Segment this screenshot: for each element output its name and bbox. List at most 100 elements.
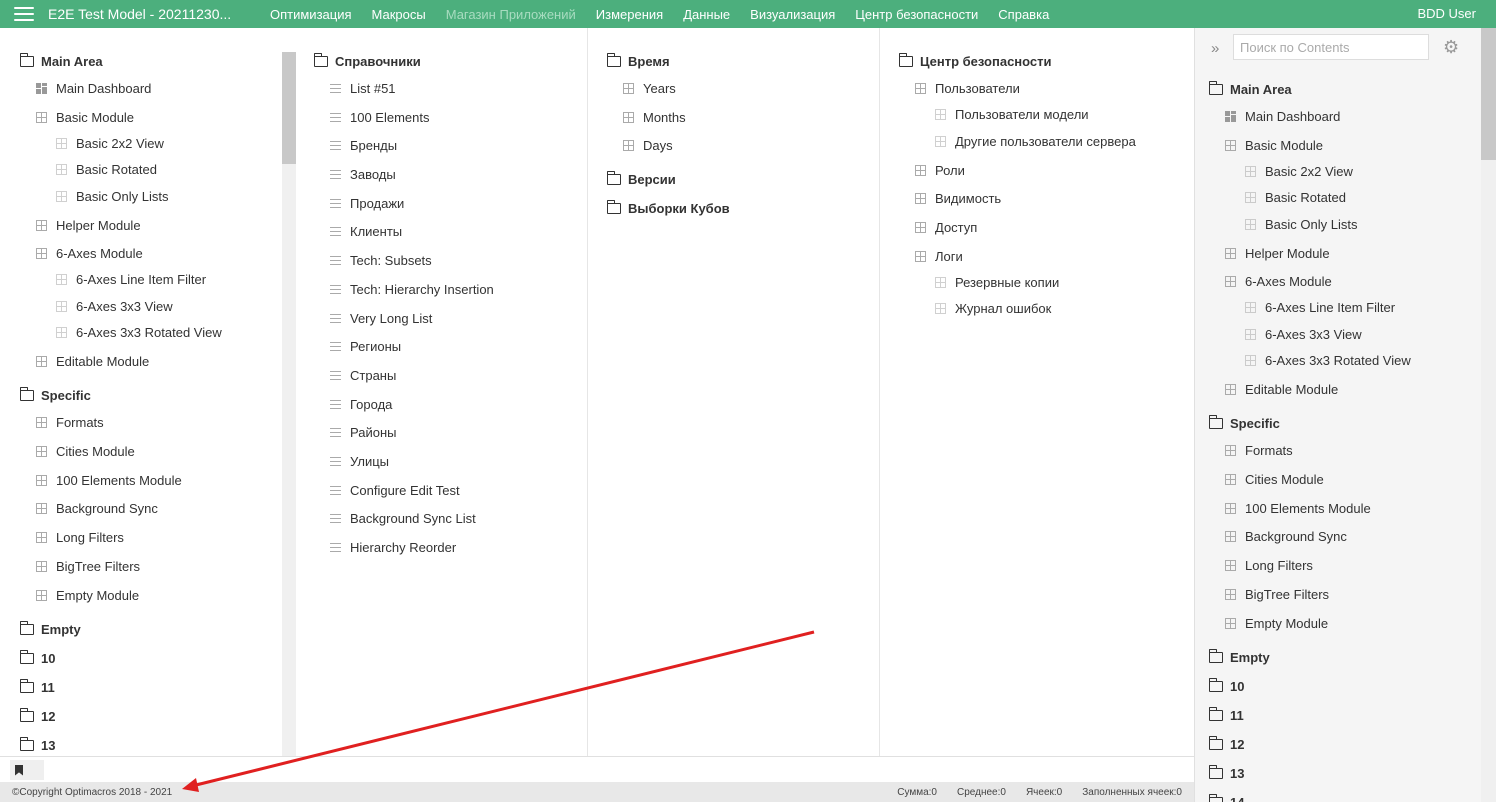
contents-item[interactable]: Basic Rotated <box>1245 187 1346 207</box>
folder-item[interactable]: Specific <box>19 385 91 405</box>
contents-item[interactable]: 6-Axes Line Item Filter <box>1245 297 1395 317</box>
contents-item[interactable]: BigTree Filters <box>36 556 140 576</box>
contents-item[interactable]: Empty Module <box>1225 613 1328 633</box>
folder-item[interactable]: Empty <box>1208 647 1270 667</box>
menu-data[interactable]: Данные <box>683 7 730 22</box>
contents-item[interactable]: Helper Module <box>36 215 141 235</box>
side-panel-scrollbar[interactable] <box>1481 28 1496 802</box>
contents-item[interactable]: Very Long List <box>330 308 432 328</box>
contents-item[interactable]: Видимость <box>915 188 1001 208</box>
folder-item[interactable]: 12 <box>1208 734 1244 754</box>
contents-item[interactable]: Продажи <box>330 193 404 213</box>
folder-item[interactable]: Центр безопасности <box>898 51 1052 71</box>
contents-item[interactable]: Бренды <box>330 135 397 155</box>
contents-item[interactable]: 100 Elements Module <box>36 470 182 490</box>
contents-item[interactable]: Background Sync <box>36 498 158 518</box>
contents-item[interactable]: 6-Axes Line Item Filter <box>56 269 206 289</box>
contents-item[interactable]: 6-Axes Module <box>1225 271 1332 291</box>
contents-item[interactable]: Доступ <box>915 217 977 237</box>
contents-item[interactable]: Cities Module <box>36 441 135 461</box>
gear-icon[interactable]: ⚙ <box>1443 38 1459 56</box>
column-1-scrollbar-thumb[interactable] <box>282 52 296 164</box>
contents-item[interactable]: Cities Module <box>1225 469 1324 489</box>
contents-item[interactable]: Months <box>623 107 686 127</box>
contents-item[interactable]: Helper Module <box>1225 243 1330 263</box>
collapse-panel-icon[interactable]: » <box>1211 40 1219 57</box>
menu-security-center[interactable]: Центр безопасности <box>855 7 978 22</box>
contents-item[interactable]: Basic Module <box>36 107 134 127</box>
contents-item[interactable]: Логи <box>915 246 963 266</box>
contents-item[interactable]: Main Dashboard <box>1225 106 1340 126</box>
contents-item[interactable]: Районы <box>330 422 396 442</box>
contents-item[interactable]: Years <box>623 78 676 98</box>
folder-item[interactable]: Время <box>606 51 670 71</box>
folder-item[interactable]: Main Area <box>1208 79 1292 99</box>
contents-item[interactable]: Hierarchy Reorder <box>330 537 456 557</box>
contents-item[interactable]: Журнал ошибок <box>935 298 1051 318</box>
contents-item[interactable]: Basic 2x2 View <box>56 133 164 153</box>
contents-item[interactable]: Клиенты <box>330 221 402 241</box>
user-menu[interactable]: BDD User <box>1417 6 1476 21</box>
contents-item[interactable]: Empty Module <box>36 585 139 605</box>
folder-item[interactable]: Версии <box>606 169 676 189</box>
folder-item[interactable]: 11 <box>19 677 55 697</box>
contents-item[interactable]: Long Filters <box>36 527 124 547</box>
contents-item[interactable]: Formats <box>36 412 104 432</box>
contents-item[interactable]: Long Filters <box>1225 555 1313 575</box>
menu-visualization[interactable]: Визуализация <box>750 7 835 22</box>
contents-item[interactable]: Страны <box>330 365 396 385</box>
column-1-scrollbar[interactable] <box>282 52 296 756</box>
folder-item[interactable]: 10 <box>19 648 55 668</box>
contents-item[interactable]: BigTree Filters <box>1225 584 1329 604</box>
folder-item[interactable]: Specific <box>1208 413 1280 433</box>
contents-item[interactable]: Days <box>623 135 673 155</box>
contents-item[interactable]: Formats <box>1225 440 1293 460</box>
contents-item[interactable]: Пользователи модели <box>935 104 1089 124</box>
contents-item[interactable]: Basic Module <box>1225 135 1323 155</box>
contents-item[interactable]: 6-Axes 3x3 View <box>1245 324 1362 344</box>
contents-item[interactable]: Basic Only Lists <box>56 186 168 206</box>
folder-item[interactable]: 11 <box>1208 705 1244 725</box>
contents-item[interactable]: Tech: Hierarchy Insertion <box>330 279 494 299</box>
folder-item[interactable]: 13 <box>19 735 55 755</box>
folder-item[interactable]: 10 <box>1208 676 1244 696</box>
menu-macros[interactable]: Макросы <box>372 7 426 22</box>
folder-item[interactable]: 14 <box>1208 792 1244 802</box>
menu-optimization[interactable]: Оптимизация <box>270 7 352 22</box>
folder-item[interactable]: Выборки Кубов <box>606 198 730 218</box>
contents-item[interactable]: Роли <box>915 160 965 180</box>
contents-item[interactable]: 100 Elements Module <box>1225 498 1371 518</box>
contents-item[interactable]: Main Dashboard <box>36 78 151 98</box>
menu-help[interactable]: Справка <box>998 7 1049 22</box>
contents-item[interactable]: 6-Axes Module <box>36 243 143 263</box>
contents-item[interactable]: Basic Only Lists <box>1245 214 1357 234</box>
contents-item[interactable]: Background Sync List <box>330 508 476 528</box>
contents-item[interactable]: Города <box>330 394 392 414</box>
contents-item[interactable]: 100 Elements <box>330 107 430 127</box>
app-title[interactable]: E2E Test Model - 20211230... <box>48 6 270 22</box>
side-panel-scrollbar-thumb[interactable] <box>1481 28 1496 160</box>
contents-search-input[interactable] <box>1233 34 1429 60</box>
contents-item[interactable]: Basic Rotated <box>56 159 157 179</box>
folder-item[interactable]: Empty <box>19 619 81 639</box>
contents-item[interactable]: Tech: Subsets <box>330 250 432 270</box>
contents-item[interactable]: Editable Module <box>1225 379 1338 399</box>
menu-dimensions[interactable]: Измерения <box>596 7 663 22</box>
contents-item[interactable]: Резервные копии <box>935 272 1059 292</box>
contents-item[interactable]: 6-Axes 3x3 View <box>56 296 173 316</box>
hamburger-menu-icon[interactable] <box>14 7 34 21</box>
folder-item[interactable]: Main Area <box>19 51 103 71</box>
folder-item[interactable]: Справочники <box>313 51 421 71</box>
contents-item[interactable]: 6-Axes 3x3 Rotated View <box>56 322 222 342</box>
contents-item[interactable]: Background Sync <box>1225 526 1347 546</box>
contents-item[interactable]: 6-Axes 3x3 Rotated View <box>1245 350 1411 370</box>
contents-item[interactable]: List #51 <box>330 78 396 98</box>
contents-item[interactable]: Configure Edit Test <box>330 480 460 500</box>
folder-item[interactable]: 12 <box>19 706 55 726</box>
contents-item[interactable]: Улицы <box>330 451 389 471</box>
contents-item[interactable]: Регионы <box>330 336 401 356</box>
contents-item[interactable]: Basic 2x2 View <box>1245 161 1353 181</box>
contents-item[interactable]: Пользователи <box>915 78 1020 98</box>
contents-item[interactable]: Заводы <box>330 164 396 184</box>
contents-item[interactable]: Другие пользователи сервера <box>935 131 1136 151</box>
